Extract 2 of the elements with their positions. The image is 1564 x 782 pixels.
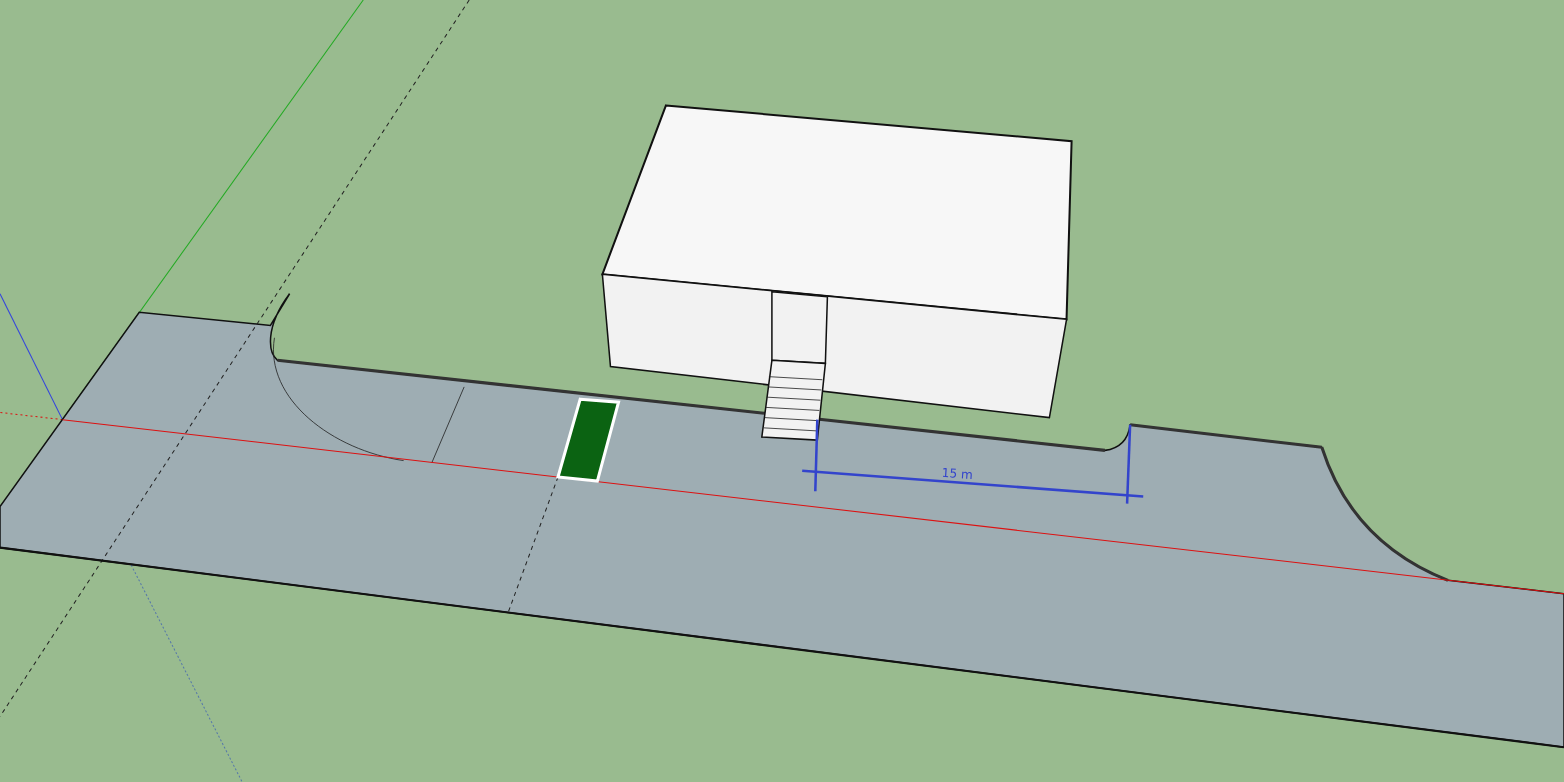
dimension-label: 15 m xyxy=(941,465,974,482)
model-viewport[interactable]: 15 m xyxy=(0,0,1564,782)
